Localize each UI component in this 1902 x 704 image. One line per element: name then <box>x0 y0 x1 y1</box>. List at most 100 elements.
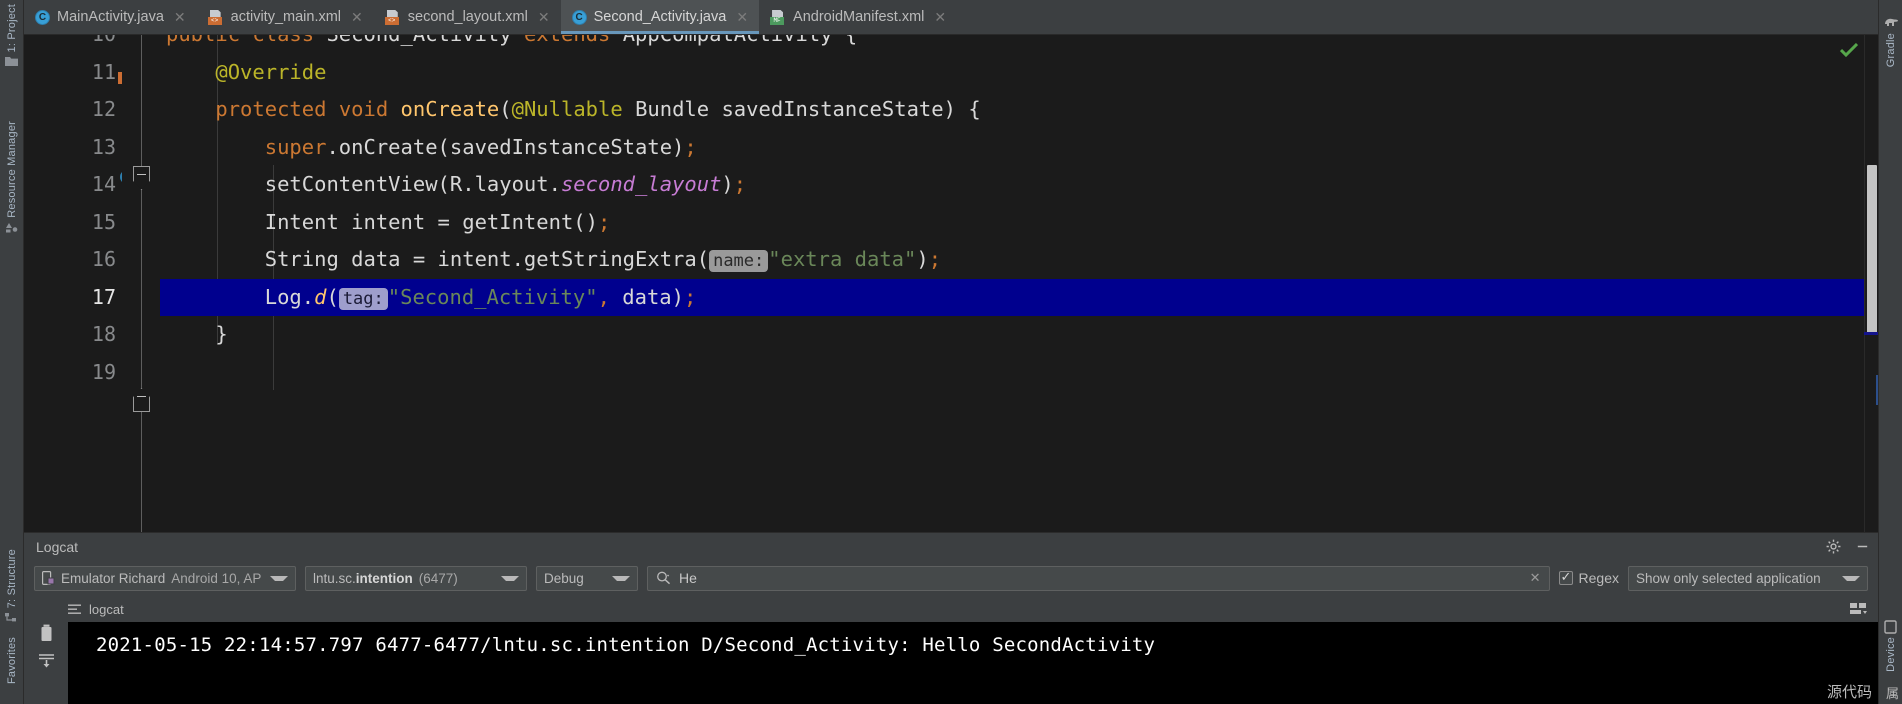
close-icon[interactable]: ✕ <box>934 9 946 26</box>
tab-label: AndroidManifest.xml <box>793 9 925 25</box>
process-selector[interactable]: lntu.sc.intention (6477) <box>305 565 527 591</box>
soft-wrap-icon[interactable] <box>1850 602 1868 616</box>
clear-search-icon[interactable]: ✕ <box>1530 570 1541 586</box>
close-icon[interactable]: ✕ <box>351 9 363 26</box>
right-rail-bottom-label: 属 <box>1885 686 1899 701</box>
line-number: 17 <box>91 284 116 309</box>
logcat-output-area: 2021-05-15 22:14:57.797 6477-6477/lntu.s… <box>24 622 1878 704</box>
tab-label: Second_Activity.java <box>593 9 727 25</box>
sidebar-item-structure[interactable]: 7: Structure <box>5 543 18 631</box>
structure-icon <box>5 612 18 625</box>
chevron-down-icon[interactable] <box>501 575 519 581</box>
chevron-down-icon[interactable] <box>1842 575 1860 581</box>
scope-filter-value: Show only selected application <box>1636 570 1821 586</box>
line-number: 11 <box>91 59 116 84</box>
line-number: 19 <box>91 359 116 384</box>
logcat-tab-row: logcat <box>24 596 1878 622</box>
tab-second-layout-xml[interactable]: <> second_layout.xml ✕ <box>374 0 561 34</box>
line-number: 18 <box>91 322 116 346</box>
search-icon[interactable] <box>656 571 671 585</box>
android-layout-xml-icon: <> <box>207 9 224 25</box>
logcat-tab-label[interactable]: logcat <box>89 602 124 617</box>
logcat-lines-icon <box>68 604 82 615</box>
code-content[interactable]: public class Second_Activity extends App… <box>160 35 1864 532</box>
code-line-17: Log.d(tag: "Second_Activity", data); <box>160 278 1864 316</box>
java-class-icon: C <box>35 9 50 25</box>
close-icon[interactable]: ✕ <box>538 9 550 26</box>
logcat-output-line: 2021-05-15 22:14:57.797 6477-6477/lntu.s… <box>68 622 1878 704</box>
sidebar-item-project[interactable]: 1: Project <box>5 0 18 75</box>
scroll-to-end-icon[interactable] <box>38 653 55 670</box>
code-line-15: Intent intent = getIntent(); <box>264 209 611 234</box>
trash-clear-icon[interactable] <box>38 624 55 642</box>
tab-activity-main-xml[interactable]: <> activity_main.xml ✕ <box>197 0 374 34</box>
sidebar-item-gradle-label: Gradle <box>1884 33 1897 68</box>
device-icon <box>1884 620 1897 634</box>
sidebar-item-structure-label: 7: Structure <box>5 548 18 608</box>
log-level-selector[interactable]: Debug <box>536 565 638 591</box>
line-number: 13 <box>91 134 116 159</box>
tab-androidmanifest-xml[interactable]: MF AndroidManifest.xml ✕ <box>759 0 957 34</box>
sidebar-item-favorites[interactable]: Favorites <box>6 631 18 690</box>
checkbox-box[interactable] <box>1558 569 1573 585</box>
sidebar-item-resource-manager-label: Resource Manager <box>5 121 18 219</box>
device-selector[interactable]: Emulator Richard Android 10, AP <box>34 565 296 591</box>
scrollbar-thumb[interactable] <box>1867 165 1877 333</box>
android-manifest-icon: MF <box>770 9 786 25</box>
regex-label: Regex <box>1578 570 1619 586</box>
line-number: 14 <box>91 172 116 196</box>
sidebar-item-resource-manager[interactable]: Resource Manager <box>5 115 18 241</box>
device-detail: Android 10, AP <box>171 570 262 586</box>
gear-icon[interactable] <box>1826 539 1841 554</box>
code-editor[interactable]: 10 11 12 13 14 15 16 17 18 19 <> <box>24 35 1878 532</box>
line-number: 12 <box>91 97 116 121</box>
sidebar-item-device[interactable]: Device <box>1884 614 1897 678</box>
android-studio-window: 1: Project Resource Manager 7: Structure <box>0 0 1902 704</box>
parameter-hint-tag[interactable]: tag: <box>338 287 388 310</box>
sidebar-item-gradle[interactable]: Gradle <box>1884 10 1898 73</box>
parameter-hint-name[interactable]: name: <box>709 250 769 272</box>
logcat-search-value: He <box>679 570 697 586</box>
main-area: C MainActivity.java ✕ <> activity_main.x… <box>24 0 1878 704</box>
line-number-gutter: 10 11 12 13 14 15 16 17 18 19 <> <box>24 35 146 532</box>
editor-scrollbar[interactable] <box>1864 35 1878 532</box>
resource-manager-icon <box>5 222 18 235</box>
logcat-panel: Logcat Emulator Richard Android 10, AP l… <box>24 532 1878 704</box>
android-layout-xml-icon: <> <box>384 9 401 25</box>
close-icon[interactable]: ✕ <box>174 9 186 26</box>
code-folding-gutter[interactable] <box>122 35 160 532</box>
project-icon <box>5 56 18 69</box>
editor-area: 10 11 12 13 14 15 16 17 18 19 <> <box>24 35 1878 532</box>
chevron-down-icon[interactable] <box>270 575 288 581</box>
logcat-side-actions <box>24 622 68 704</box>
sidebar-item-device-label: Device <box>1884 637 1897 672</box>
regex-checkbox[interactable]: Regex <box>1558 569 1619 586</box>
left-tool-rail: 1: Project Resource Manager 7: Structure <box>0 0 24 704</box>
inspection-ok-check[interactable] <box>1840 43 1858 57</box>
scope-filter-selector[interactable]: Show only selected application <box>1628 565 1868 591</box>
line-number: 15 <box>91 209 116 234</box>
code-line-10: public class Second_Activity extends App… <box>160 35 1864 54</box>
device-name: Emulator Richard <box>61 570 166 586</box>
chevron-down-icon[interactable] <box>612 575 630 581</box>
fold-marker-collapse[interactable] <box>133 166 150 190</box>
tab-label: second_layout.xml <box>407 9 528 25</box>
code-line-13: super.onCreate(savedInstanceState); <box>264 134 697 159</box>
logcat-panel-title: Logcat <box>36 538 79 555</box>
tab-mainactivity-java[interactable]: C MainActivity.java ✕ <box>24 0 197 34</box>
fold-marker-end[interactable] <box>133 388 150 412</box>
sidebar-item-favorites-label: Favorites <box>5 636 18 684</box>
close-icon[interactable]: ✕ <box>736 9 748 26</box>
code-line-16: String data = intent.getStringExtra(name… <box>264 247 942 272</box>
tab-label: MainActivity.java <box>57 9 164 25</box>
logcat-search-input[interactable]: He ✕ <box>647 565 1550 591</box>
status-bar-source-label: 源代码 <box>1826 684 1872 701</box>
tab-second-activity-java[interactable]: C Second_Activity.java ✕ <box>560 0 760 34</box>
logcat-header: Logcat <box>24 532 1878 560</box>
logcat-toolbar: Emulator Richard Android 10, AP lntu.sc.… <box>24 560 1878 596</box>
marker-selection[interactable] <box>1864 332 1878 335</box>
editor-tab-bar: C MainActivity.java ✕ <> activity_main.x… <box>24 0 1878 35</box>
minimize-icon[interactable] <box>1855 539 1870 554</box>
right-tool-rail: Gradle Device 属 <box>1878 0 1902 704</box>
